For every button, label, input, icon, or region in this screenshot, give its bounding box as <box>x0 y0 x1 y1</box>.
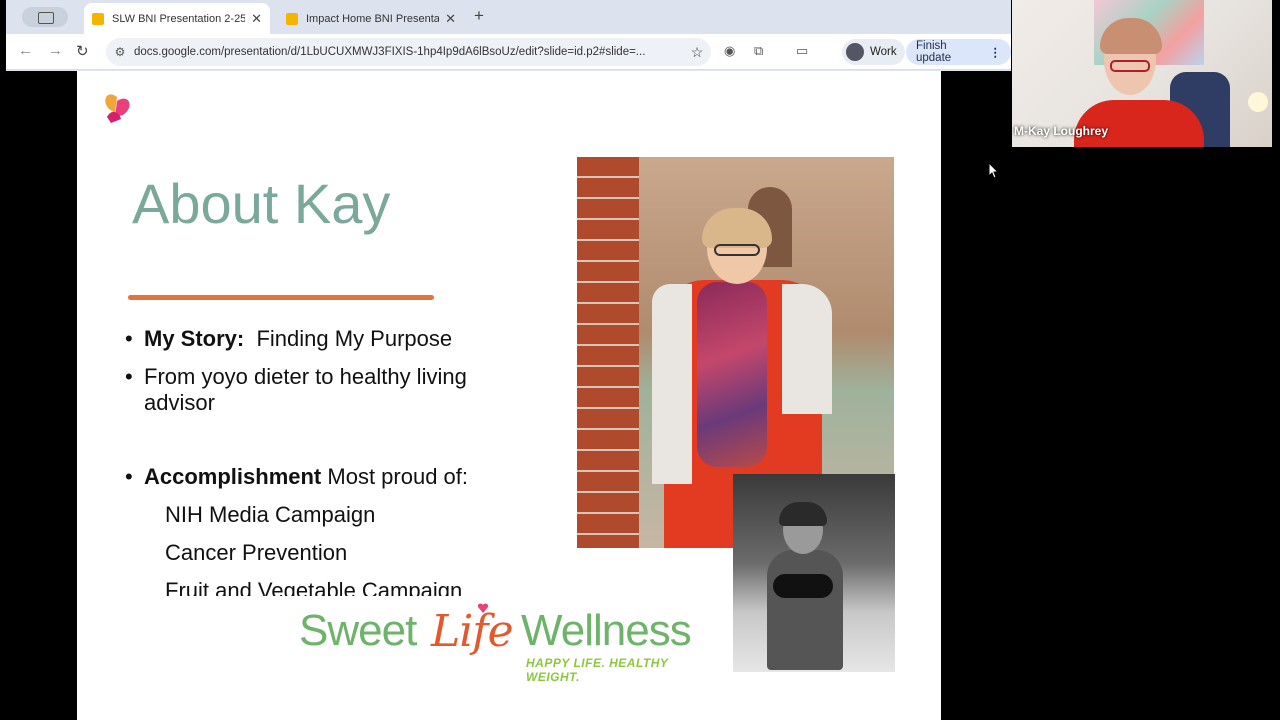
presentation-viewport: About Kay My Story: Finding My Purpose F… <box>6 71 1011 720</box>
tab-strip: SLW BNI Presentation 2-25-2 ✕ Impact Hom… <box>6 0 1011 34</box>
browser-window: SLW BNI Presentation 2-25-2 ✕ Impact Hom… <box>6 0 1011 720</box>
arrow-right-icon[interactable]: → <box>48 42 63 59</box>
bullet-text: Finding My Purpose <box>244 326 453 351</box>
sweetlife-wellness-logo: Sweet Life Wellness HAPPY LIFE. HEALTHY … <box>299 603 719 684</box>
kebab-icon[interactable]: ⋮ <box>990 45 1002 59</box>
brand-sweet: Sweet <box>299 606 417 655</box>
sub-item-cancer: Cancer Prevention <box>165 540 348 565</box>
video-call-tile: M-Kay Loughrey <box>1012 0 1272 147</box>
finish-update-button[interactable]: Finish update ⋮ <box>906 39 1011 65</box>
heart-icon <box>477 603 489 613</box>
tab-title: Impact Home BNI Presentatio <box>306 12 440 25</box>
title-underline <box>128 295 434 300</box>
bullet-list: My Story: Finding My Purpose From yoyo d… <box>123 326 543 608</box>
tab-impact-home-presentation[interactable]: Impact Home BNI Presentatio ✕ <box>278 3 464 34</box>
reload-icon[interactable]: ↻ <box>76 42 89 60</box>
profile-button[interactable]: Work <box>842 39 905 65</box>
sub-item-fruit-veg: Fruit and Vegetable Campaign <box>165 578 463 596</box>
tab-slw-presentation[interactable]: SLW BNI Presentation 2-25-2 ✕ <box>84 3 270 34</box>
slides-favicon-icon <box>286 12 298 25</box>
participant-name: M-Kay Loughrey <box>1014 124 1109 138</box>
puzzle-icon[interactable]: ⧉ <box>754 43 763 59</box>
slides-favicon-icon <box>92 12 104 25</box>
bullet-bold: Accomplishment <box>144 464 322 489</box>
new-tab-button[interactable]: + <box>474 6 484 26</box>
arrow-left-icon[interactable]: ← <box>18 42 33 59</box>
finish-update-label: Finish update <box>916 40 952 64</box>
vintage-boy-photo <box>733 474 895 672</box>
bullet-accomplishment: Accomplishment Most proud of: <box>123 464 543 490</box>
sub-item-nih: NIH Media Campaign <box>165 502 376 527</box>
tune-icon[interactable]: ⚙ <box>106 45 134 59</box>
address-bar[interactable]: ⚙ docs.google.com/presentation/d/1LbUCUX… <box>106 38 711 66</box>
url-text[interactable]: docs.google.com/presentation/d/1LbUCUXMW… <box>134 46 683 58</box>
tab-title: SLW BNI Presentation 2-25-2 <box>112 12 246 25</box>
slide-title: About Kay <box>132 172 391 235</box>
butterfly-logo-icon <box>105 94 130 123</box>
bullet-text: From yoyo dieter to healthy living advis… <box>144 364 467 415</box>
browser-toolbar: ← → ↻ ⚙ docs.google.com/presentation/d/1… <box>6 34 1011 70</box>
brand-tagline: HAPPY LIFE. HEALTHY WEIGHT. <box>526 656 669 684</box>
cast-icon[interactable]: ▭ <box>796 43 808 59</box>
profile-label: Work <box>870 46 897 58</box>
bullet-text: Most proud of: <box>321 464 469 489</box>
mouse-cursor-icon <box>989 163 999 179</box>
bullet-yoyo: From yoyo dieter to healthy living advis… <box>123 364 543 416</box>
camera-icon[interactable]: ◉ <box>724 43 735 59</box>
slide: About Kay My Story: Finding My Purpose F… <box>77 71 941 720</box>
star-icon[interactable]: ☆ <box>683 44 711 61</box>
brand-wellness: Wellness <box>521 606 692 655</box>
bullet-my-story: My Story: Finding My Purpose <box>123 326 543 352</box>
close-icon[interactable]: ✕ <box>445 11 456 27</box>
avatar <box>846 43 864 61</box>
brand-life: Life <box>431 606 514 657</box>
close-icon[interactable]: ✕ <box>251 11 262 27</box>
tab-search-button[interactable] <box>22 7 68 27</box>
bullet-bold: My Story: <box>144 326 245 351</box>
